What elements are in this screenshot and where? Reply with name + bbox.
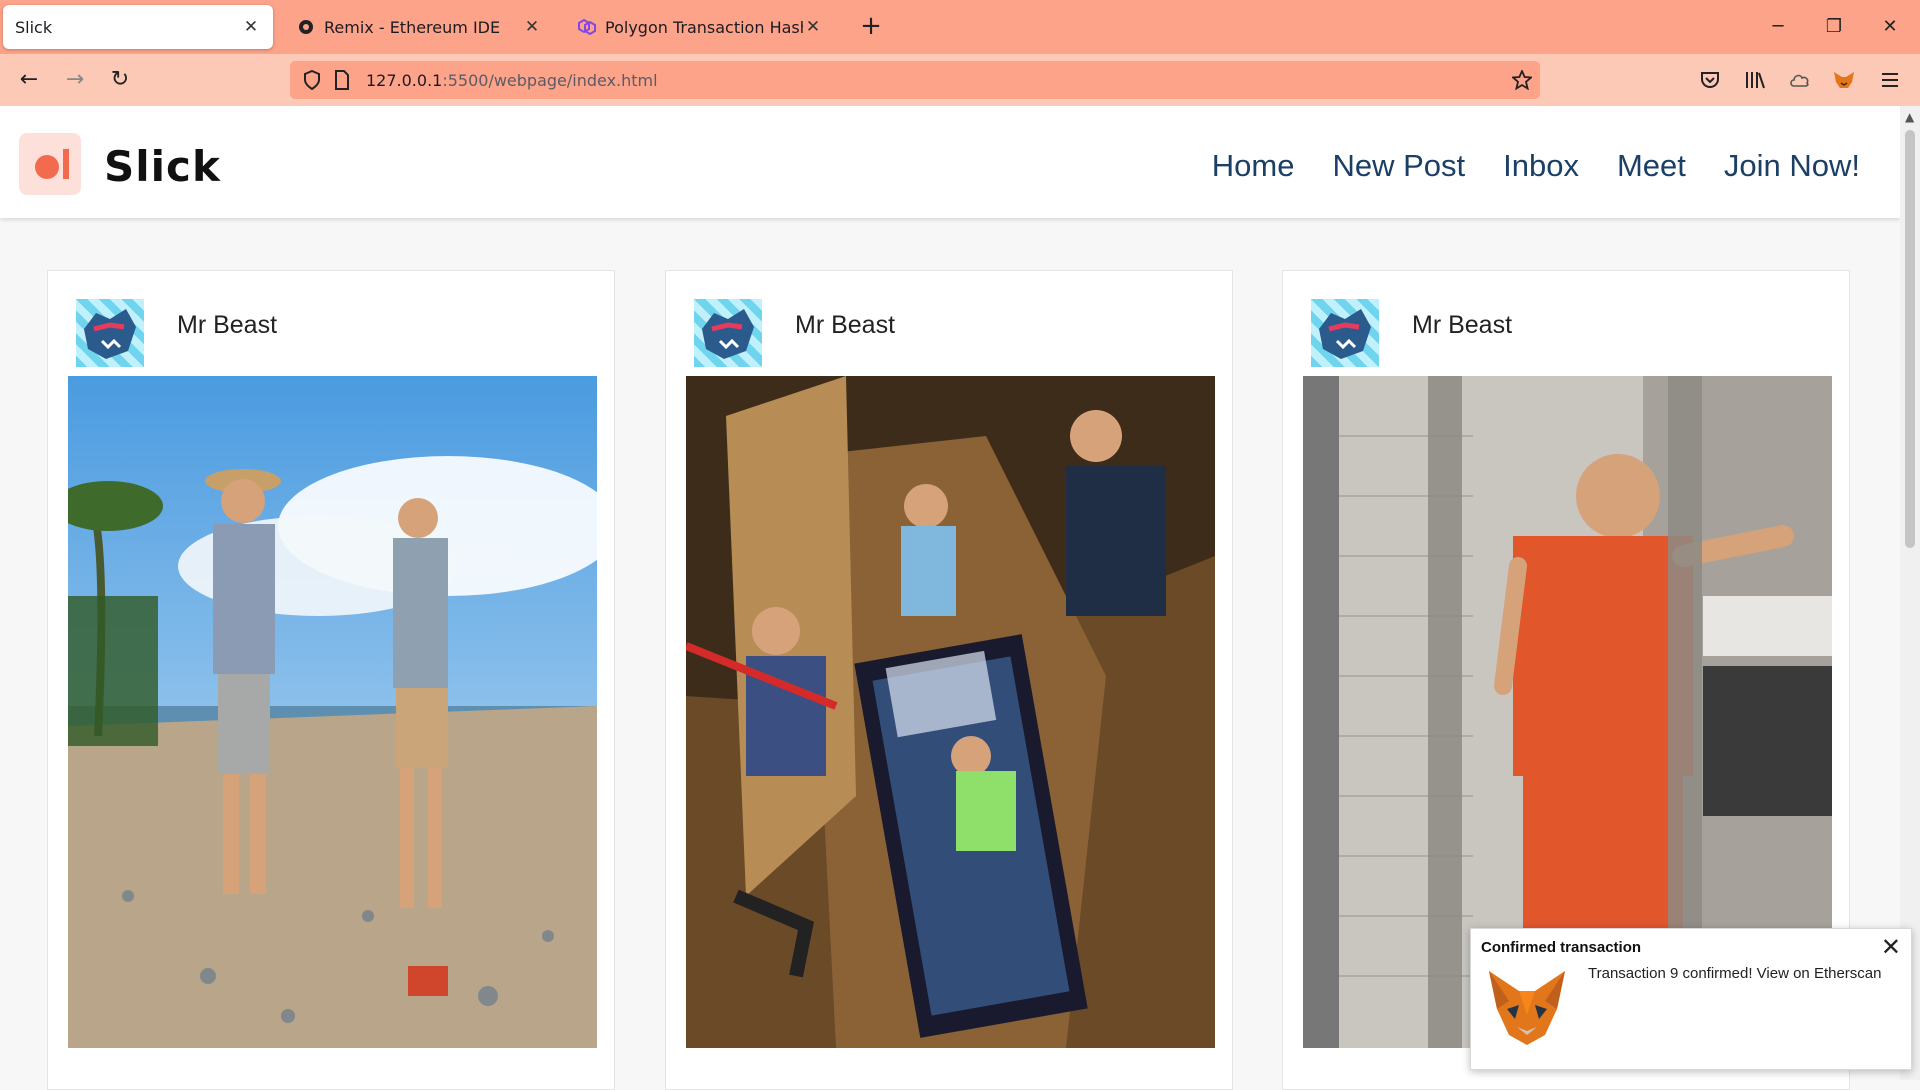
metamask-extension-icon[interactable] [1830,66,1858,94]
metamask-notification[interactable]: Confirmed transaction ✕ Transaction 9 co… [1470,928,1912,1070]
scroll-thumb[interactable] [1905,130,1915,548]
close-icon[interactable]: ✕ [1881,933,1901,961]
tab-title: Remix - Ethereum IDE [324,17,501,37]
tab-close-icon[interactable]: ✕ [241,17,261,37]
post-card: Mr Beast [665,270,1233,1090]
avatar[interactable] [76,299,144,367]
nav-new-post[interactable]: New Post [1332,148,1465,184]
logo-bar [63,149,69,179]
tab-slick[interactable]: Slick ✕ [3,5,273,49]
tab-title: Slick [15,17,53,37]
browser-toolbar: ← → ↻ 127.0.0.1:5500/webpage/index.html [0,54,1920,106]
nav-home[interactable]: Home [1212,148,1295,184]
tab-title: Polygon Transaction Hash (Txha [605,17,803,37]
page-icon [332,70,352,90]
address-bar[interactable]: 127.0.0.1:5500/webpage/index.html [290,61,1540,99]
tab-close-icon[interactable]: ✕ [803,17,823,37]
tab-close-icon[interactable]: ✕ [522,17,542,37]
post-image[interactable] [68,376,597,1048]
tab-polygon[interactable]: Polygon Transaction Hash (Txha ✕ [565,5,835,49]
post-author[interactable]: Mr Beast [177,311,277,340]
shield-icon[interactable] [302,70,322,90]
url-path: :5500/webpage/index.html [442,70,658,90]
scroll-up-icon[interactable]: ▲ [1905,110,1914,124]
library-icon[interactable] [1741,66,1769,94]
nav-inbox[interactable]: Inbox [1503,148,1579,184]
metamask-fox-icon [1485,965,1569,1049]
hamburger-menu-icon[interactable] [1876,66,1904,94]
remix-icon [296,17,316,37]
site-header: Slick Home New Post Inbox Meet Join Now! [0,106,1900,218]
site-nav: Home New Post Inbox Meet Join Now! [1212,148,1860,184]
pocket-icon[interactable] [1696,66,1724,94]
close-window-button[interactable]: ✕ [1870,12,1910,42]
new-tab-button[interactable]: + [856,12,886,42]
nav-join-now[interactable]: Join Now! [1724,148,1860,184]
site-logo[interactable] [19,133,81,195]
avatar[interactable] [1311,299,1379,367]
post-author[interactable]: Mr Beast [1412,311,1512,340]
reload-icon[interactable]: ↻ [104,64,136,96]
minimize-button[interactable]: ─ [1758,12,1798,42]
post-card: Mr Beast [47,270,615,1090]
tab-remix[interactable]: Remix - Ethereum IDE ✕ [284,5,554,49]
notification-title: Confirmed transaction [1481,939,1642,956]
post-author[interactable]: Mr Beast [795,311,895,340]
nav-meet[interactable]: Meet [1617,148,1686,184]
forward-arrow-icon[interactable]: → [59,64,91,96]
polygon-icon [577,17,597,37]
post-image[interactable] [686,376,1215,1048]
restore-button[interactable]: ❐ [1814,12,1854,42]
avatar[interactable] [694,299,762,367]
back-arrow-icon[interactable]: ← [13,64,45,96]
logo-dot [35,155,59,179]
url-host: 127.0.0.1 [366,70,443,90]
extension-cloud-icon[interactable] [1786,66,1814,94]
notification-body[interactable]: Transaction 9 confirmed! View on Ethersc… [1588,965,1881,982]
browser-tab-bar: Slick ✕ Remix - Ethereum IDE ✕ Polygon T… [0,0,1920,54]
site-title: Slick [104,142,221,191]
bookmark-star-icon[interactable] [1512,70,1532,90]
